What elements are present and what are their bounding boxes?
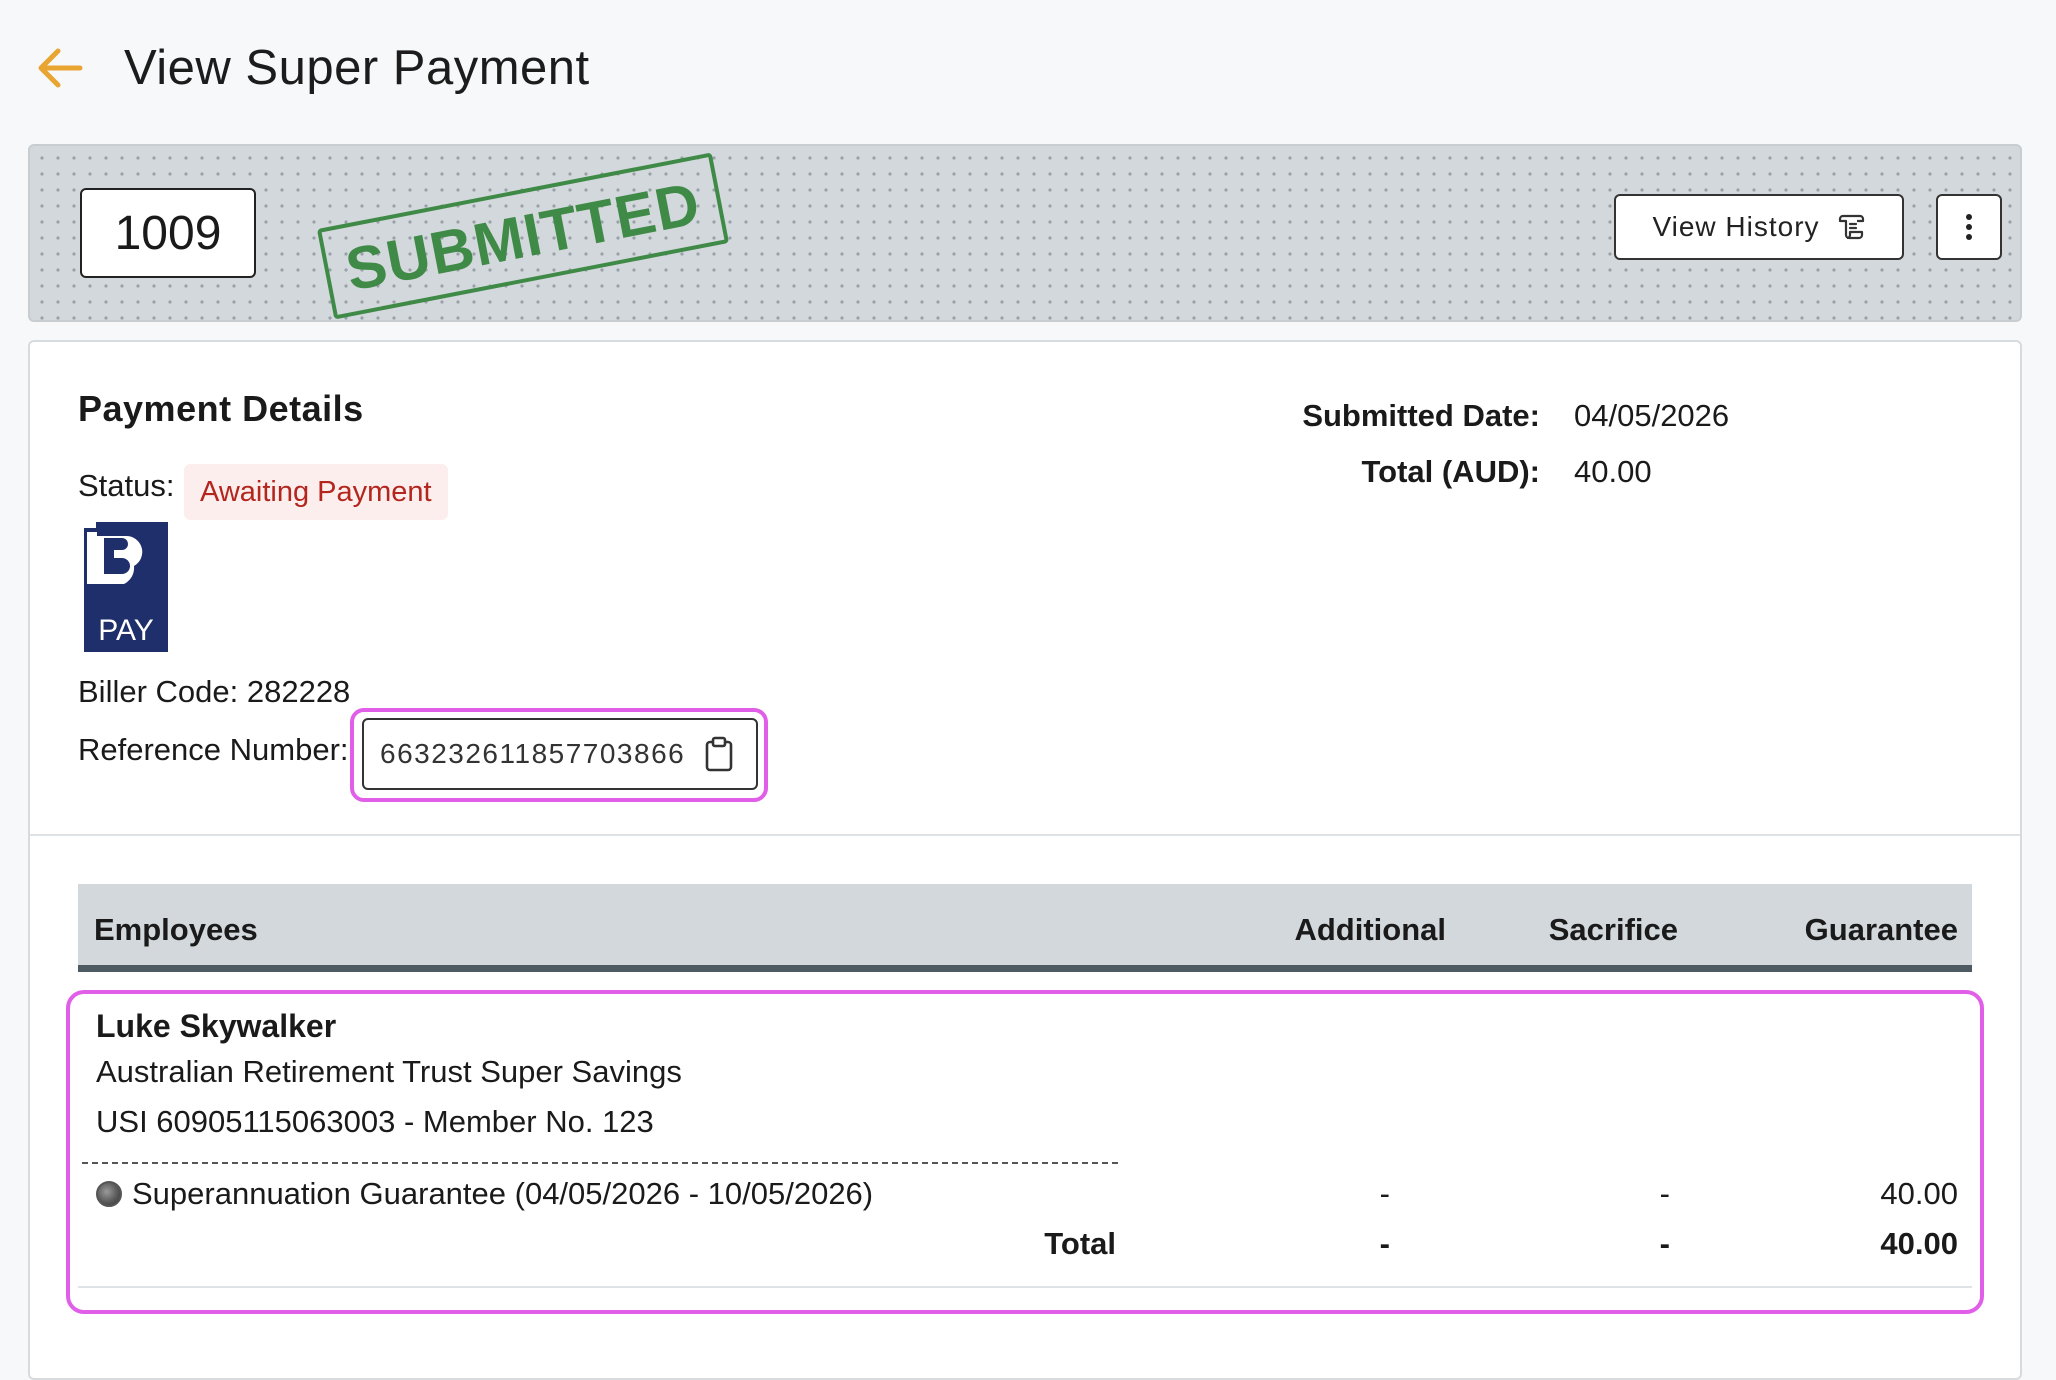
total-aud-label: Total (AUD): bbox=[1361, 454, 1541, 489]
payment-details-card: Payment Details Status: Awaiting Payment… bbox=[28, 340, 2022, 1380]
payment-id-box: 1009 bbox=[80, 188, 256, 278]
line-item-sacrifice: - bbox=[1659, 1176, 1670, 1211]
submitted-stamp: SUBMITTED bbox=[316, 152, 730, 320]
column-header-employees: Employees bbox=[94, 912, 258, 947]
line-item-guarantee: 40.00 bbox=[1880, 1176, 1958, 1211]
page-header: View Super Payment bbox=[0, 0, 2056, 140]
reference-number-label: Reference Number: bbox=[78, 732, 349, 767]
more-vertical-icon bbox=[1966, 214, 1972, 240]
employee-fund: Australian Retirement Trust Super Saving… bbox=[96, 1054, 682, 1089]
line-item-additional: - bbox=[1379, 1176, 1390, 1211]
employee-usi-member: USI 60905115063003 - Member No. 123 bbox=[96, 1104, 654, 1139]
total-row-additional: - bbox=[1379, 1226, 1390, 1261]
biller-code: Biller Code: 282228 bbox=[78, 674, 351, 709]
column-header-guarantee: Guarantee bbox=[1804, 912, 1958, 947]
stamp-text: SUBMITTED bbox=[340, 168, 706, 304]
line-item-description: Superannuation Guarantee (04/05/2026 - 1… bbox=[96, 1176, 873, 1212]
clipboard-icon[interactable] bbox=[704, 736, 734, 772]
view-history-label: View History bbox=[1652, 211, 1820, 242]
reference-number-value: 663232611857703866 bbox=[380, 738, 686, 769]
section-divider bbox=[30, 834, 2020, 836]
view-history-button[interactable]: View History bbox=[1614, 194, 1904, 260]
dashed-separator bbox=[82, 1162, 1118, 1164]
employee-row-highlight-outline bbox=[66, 990, 1984, 1314]
total-row-guarantee: 40.00 bbox=[1880, 1226, 1958, 1261]
bullet-dot-icon bbox=[96, 1181, 122, 1207]
row-bottom-border bbox=[78, 1286, 1972, 1288]
status-badge: Awaiting Payment bbox=[184, 464, 448, 520]
employees-table-header: Employees Additional Sacrifice Guarantee bbox=[78, 884, 1972, 972]
payment-details-title: Payment Details bbox=[78, 388, 364, 429]
arrow-left-icon[interactable] bbox=[34, 42, 86, 94]
employee-name: Luke Skywalker bbox=[96, 1008, 337, 1044]
column-header-sacrifice: Sacrifice bbox=[1548, 912, 1678, 947]
scroll-history-icon bbox=[1838, 214, 1864, 240]
page-title: View Super Payment bbox=[124, 41, 590, 95]
status-label: Status: bbox=[78, 468, 175, 503]
bpay-logo-text: PAY bbox=[98, 614, 154, 647]
column-header-additional: Additional bbox=[1294, 912, 1446, 947]
reference-number-field[interactable]: 663232611857703866 bbox=[362, 718, 758, 790]
total-row-label: Total bbox=[1044, 1226, 1116, 1261]
submitted-date-value: 04/05/2026 bbox=[1574, 398, 1730, 433]
total-aud-value: 40.00 bbox=[1574, 454, 1652, 489]
submitted-date-label: Submitted Date: bbox=[1302, 398, 1540, 433]
payment-banner: 1009 SUBMITTED View History bbox=[28, 144, 2022, 322]
more-options-button[interactable] bbox=[1936, 194, 2002, 260]
total-row-sacrifice: - bbox=[1659, 1226, 1670, 1261]
line-item-text: Superannuation Guarantee (04/05/2026 - 1… bbox=[132, 1176, 874, 1211]
bpay-logo: PAY bbox=[84, 522, 168, 652]
